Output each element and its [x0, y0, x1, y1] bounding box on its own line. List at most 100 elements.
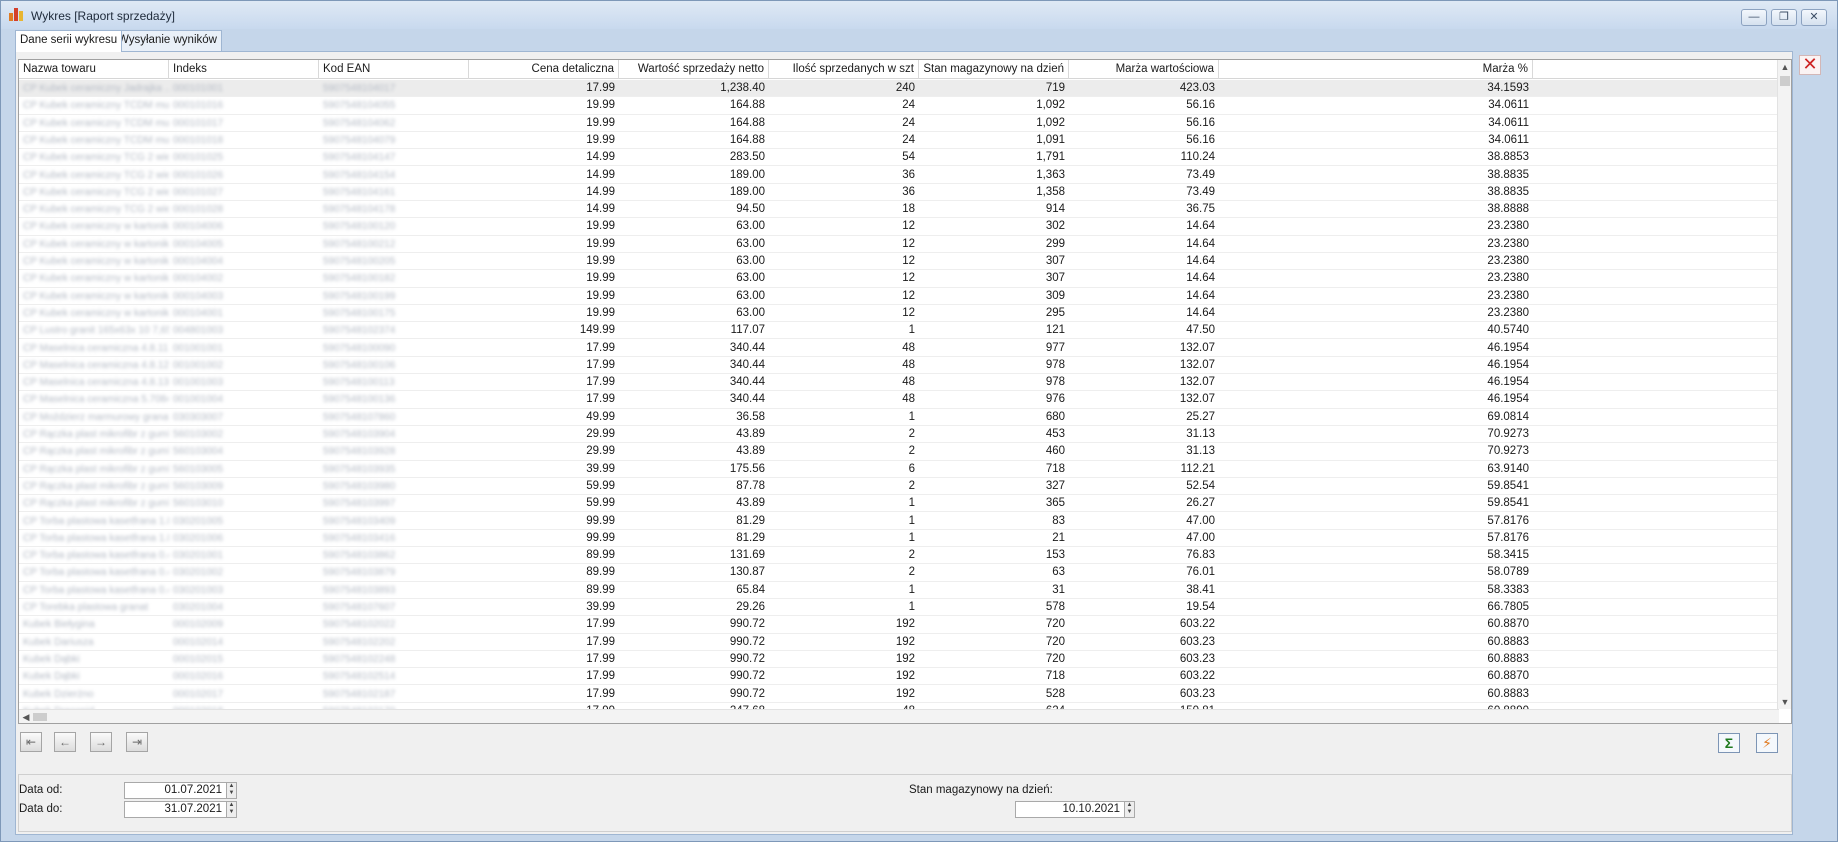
table-row[interactable]: CP Kubek ceramiczny TCG 2 wielki 00010102… [19, 149, 1779, 167]
column-header[interactable]: Indeks [169, 60, 319, 79]
table-cell: 990.72 [729, 670, 765, 683]
stock-date-field[interactable]: 10.10.2021 [1015, 801, 1125, 818]
table-cell: 5907548103409 [323, 515, 396, 527]
table-row[interactable]: CP Maselnica ceramiczna 4.8.11 001001001 5… [19, 340, 1779, 357]
table-cell: 000104006 [173, 221, 224, 233]
table-cell: 17.99 [586, 341, 615, 354]
table-cell: 94.50 [736, 203, 765, 216]
table-row[interactable]: CP Maselnica ceramiczna 4.8.12 001001002 5… [19, 357, 1779, 375]
table-row[interactable]: CP Torebka plastowa granat 030201004 59075… [19, 599, 1779, 617]
table-cell: 5907548102514 [323, 671, 396, 683]
table-row[interactable]: CP Lustro granit 165x63x 10 7,65 kg 00480… [19, 322, 1779, 340]
table-row[interactable]: CP Kubek ceramiczny TCDM mufajki 00010101… [19, 115, 1779, 132]
table-cell: 030201002 [173, 567, 224, 579]
column-header[interactable]: Stan magazynowy na dzień [919, 60, 1069, 79]
table-row[interactable]: CP Torba plastowa kasetfrana 1.8l 0302010… [19, 530, 1779, 548]
table-row[interactable]: CP Kubek ceramiczny w kartonik 4.0 000104… [19, 253, 1779, 271]
table-row[interactable]: CP Torba plastowa kasetfrana 1.8l 0302010… [19, 513, 1779, 530]
sum-icon[interactable]: Σ [1718, 733, 1740, 753]
table-row[interactable]: CP Torba plastowa kasetfrana 0.4l 0302010… [19, 582, 1779, 599]
table-cell: 1 [908, 324, 915, 337]
table-row[interactable]: CP Torba plastowa kasetfrana 0.4l 0302010… [19, 547, 1779, 565]
close-report-icon[interactable]: ✕ [1799, 55, 1821, 75]
table-row[interactable]: CP Kubek ceramiczny w kartonik 4.0 000104… [19, 288, 1779, 305]
scroll-left-icon[interactable]: ◀ [19, 710, 33, 723]
table-cell: CP Kubek ceramiczny TCDM mufajki [23, 100, 169, 112]
date-from-spinner[interactable]: ▲ ▼ [226, 782, 237, 799]
table-row[interactable]: CP Kubek ceramiczny w kartonik 4.0 000104… [19, 270, 1779, 288]
table-cell: CP Maselnica ceramiczna 4.8.13 [23, 377, 169, 389]
horizontal-scrollbar[interactable]: ◀ [19, 709, 1779, 723]
lightning-icon[interactable]: ⚡ [1756, 733, 1778, 753]
table-row[interactable]: CP Kubek ceramiczny TCDM mufajki 00010101… [19, 97, 1779, 115]
table-cell: 192 [895, 635, 915, 648]
table-row[interactable]: CP Rączka plast mikrofibr z gumką 13cm 56… [19, 443, 1779, 461]
table-row[interactable]: CP Kubek ceramiczny TCG 2 wielki 00010102… [19, 167, 1779, 184]
column-header[interactable]: Marża wartościowa [1069, 60, 1219, 79]
table-cell: 1,363 [1036, 168, 1065, 181]
column-header[interactable]: Wartość sprzedaży netto [619, 60, 769, 79]
scroll-down-icon[interactable]: ▼ [1778, 695, 1791, 709]
vertical-scroll-thumb[interactable] [1780, 76, 1790, 86]
table-row[interactable]: Kubek Dzierżno 000102017 5907548102187 17.9… [19, 686, 1779, 703]
table-row[interactable]: CP Kubek ceramiczny Jadrajka ... 00010100… [19, 80, 1779, 98]
stock-date-label: Stan magazynowy na dzień: [909, 784, 1053, 796]
minimize-icon[interactable]: — [1741, 9, 1767, 26]
table-cell: 57.8176 [1487, 514, 1529, 527]
vertical-scrollbar[interactable]: ▲ ▼ [1777, 60, 1791, 709]
table-row[interactable]: Kubek Dąbki 000102015 5907548102248 17.99 99… [19, 651, 1779, 669]
previous-record-icon[interactable]: ← [54, 732, 76, 752]
column-header[interactable]: Kod EAN [319, 60, 469, 79]
table-row[interactable]: CP Kubek ceramiczny w kartonik 4.0 000104… [19, 305, 1779, 323]
table-cell: 603.23 [1179, 687, 1215, 700]
column-header[interactable]: Ilość sprzedanych w szt [769, 60, 919, 79]
table-cell: 1,092 [1036, 99, 1065, 112]
table-row[interactable]: CP Moździerz marmurowy granat 030303007 59… [19, 409, 1779, 426]
table-row[interactable]: CP Kubek ceramiczny TCG 2 wielki 00010102… [19, 184, 1779, 202]
table-row[interactable]: Kubek Dariusza 000102014 5907548102202 17.9… [19, 634, 1779, 651]
column-header[interactable]: Cena detaliczna [469, 60, 619, 79]
table-row[interactable]: CP Kubek ceramiczny w kartonik 4.0 000104… [19, 236, 1779, 253]
close-icon[interactable]: ✕ [1801, 9, 1827, 26]
table-row[interactable]: CP Kubek ceramiczny TCDM mufajki 00010101… [19, 132, 1779, 150]
date-to-field[interactable]: 31.07.2021 [124, 801, 227, 818]
table-cell: 19.99 [586, 220, 615, 233]
table-row[interactable]: CP Rączka plast mikrofibr z gumką 13cm 56… [19, 426, 1779, 444]
table-cell: 718 [1045, 670, 1065, 683]
first-record-icon[interactable]: ⇤ [20, 732, 42, 752]
table-cell: 5907548103980 [323, 480, 396, 492]
table-cell: 83 [1052, 514, 1065, 527]
tab-send-results[interactable]: Wysyłanie wyników [113, 30, 222, 51]
table-cell: 63.00 [736, 255, 765, 267]
title-bar[interactable]: Wykres [Raport sprzedaży] — ❐ ✕ [1, 1, 1837, 29]
table-row[interactable]: CP Kubek ceramiczny w kartonik 4.0 000104… [19, 218, 1779, 236]
table-cell: 6 [908, 462, 915, 475]
table-cell: 192 [895, 687, 915, 700]
table-cell: 89.99 [586, 583, 615, 596]
table-cell: CP Torba plastowa kasetfrana 1.8l [23, 532, 169, 544]
column-header[interactable]: Nazwa towaru [19, 60, 169, 79]
table-row[interactable]: CP Rączka plast mikrofibr z gumką 17cm 56… [19, 461, 1779, 478]
tab-chart-series-data[interactable]: Dane serii wykresu [15, 30, 123, 52]
last-record-icon[interactable]: ⇥ [126, 732, 148, 752]
restore-icon[interactable]: ❐ [1771, 9, 1797, 26]
scroll-up-icon[interactable]: ▲ [1778, 60, 1791, 74]
column-header[interactable]: Marża % [1219, 60, 1533, 79]
date-to-spinner[interactable]: ▲ ▼ [226, 801, 237, 818]
next-record-icon[interactable]: → [90, 732, 112, 752]
table-row[interactable]: CP Kubek ceramiczny TCG 2 wielki 00010102… [19, 201, 1779, 219]
table-row[interactable]: CP Rączka plast mikrofibr z gumką 20cm 56… [19, 495, 1779, 513]
table-cell: 164.88 [729, 133, 765, 146]
data-grid[interactable]: Nazwa towaru Indeks Kod EAN Cena detaliczna… [18, 59, 1792, 724]
date-from-field[interactable]: 01.07.2021 [124, 782, 227, 799]
table-row[interactable]: CP Rączka plast mikrofibr z gumką 20cm 56… [19, 478, 1779, 496]
grid-body[interactable]: CP Kubek ceramiczny Jadrajka ... 00010100… [19, 80, 1779, 709]
table-row[interactable]: Kubek Biełygina 000102009 5907548102022 17.… [19, 616, 1779, 634]
table-row[interactable]: CP Torba plastowa kasetfrana 0.4l 0302010… [19, 564, 1779, 582]
table-row[interactable]: CP Maselnica ceramiczna 4.8.13 001001003 5… [19, 374, 1779, 392]
table-row[interactable]: Kubek Dąbki 000102016 5907548102514 17.99 99… [19, 668, 1779, 686]
stock-date-spinner[interactable]: ▲ ▼ [1124, 801, 1135, 818]
table-cell: 1 [908, 497, 915, 510]
horizontal-scroll-thumb[interactable] [33, 713, 47, 721]
table-row[interactable]: CP Maselnica ceramiczna 5.7084 001001004 5… [19, 391, 1779, 409]
